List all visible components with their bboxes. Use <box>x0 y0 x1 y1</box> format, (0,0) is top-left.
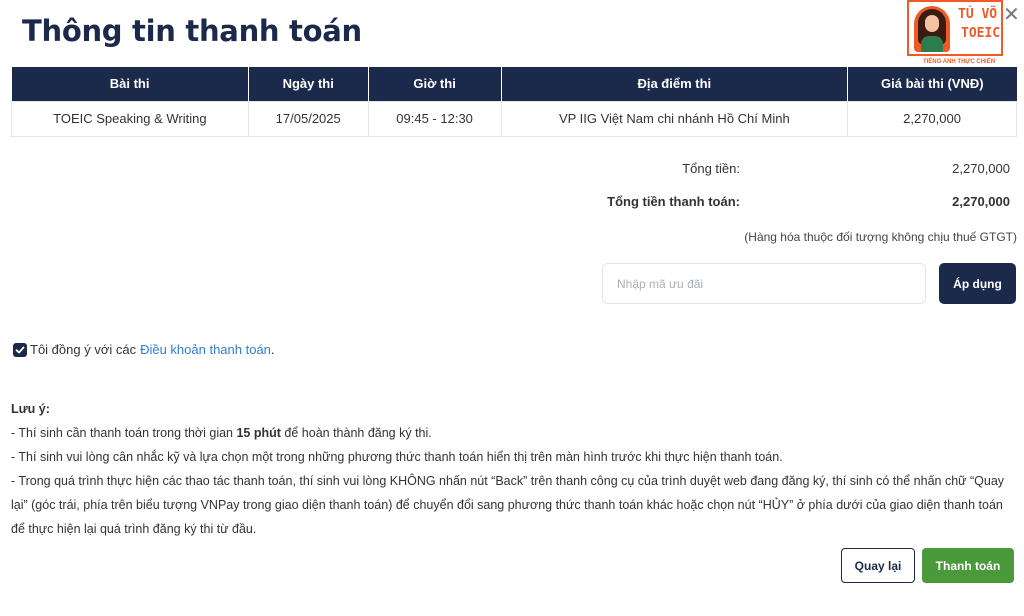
payment-total-value: 2,270,000 <box>952 194 1010 209</box>
cell-exam-date: 17/05/2025 <box>247 100 369 137</box>
table-row: TOEIC Speaking & Writing 17/05/2025 09:4… <box>11 100 1017 137</box>
tu-vo-toeic-logo: TÚ VÕ TOEIC TIẾNG ANH THỰC CHIẾN <box>907 0 1003 65</box>
note-line-1: - Thí sinh cần thanh toán trong thời gia… <box>11 426 432 440</box>
cell-exam-price: 2,270,000 <box>847 100 1017 137</box>
cell-exam-time: 09:45 - 12:30 <box>367 100 502 137</box>
payment-info-table: Bài thi Ngày thi Giờ thi Địa điểm thi Gi… <box>11 67 1017 137</box>
logo-brand-line2: TOEIC <box>961 26 1001 41</box>
header-exam: Bài thi <box>11 67 249 101</box>
cell-exam-location: VP IIG Việt Nam chi nhánh Hồ Chí Minh <box>500 100 849 137</box>
cell-exam: TOEIC Speaking & Writing <box>11 100 249 137</box>
table-header-row: Bài thi Ngày thi Giờ thi Địa điểm thi Gi… <box>11 67 1017 101</box>
total-value: 2,270,000 <box>952 161 1010 176</box>
back-button[interactable]: Quay lại <box>841 548 915 583</box>
terms-agreement: Tôi đồng ý với các Điều khoản thanh toán… <box>13 342 275 357</box>
note-line-3: - Trong quá trình thực hiện các thao tác… <box>11 474 1005 536</box>
payment-terms-link[interactable]: Điều khoản thanh toán <box>140 342 271 357</box>
notes-heading: Lưu ý: <box>11 402 50 416</box>
checkmark-icon <box>15 346 25 353</box>
close-icon[interactable]: ✕ <box>1003 5 1020 25</box>
pay-button[interactable]: Thanh toán <box>922 548 1014 583</box>
portrait-avatar <box>914 6 950 52</box>
apply-promo-button[interactable]: Áp dụng <box>939 263 1016 304</box>
header-exam-price: Giá bài thi (VNĐ) <box>847 67 1017 101</box>
agree-text: Tôi đồng ý với các <box>30 342 137 357</box>
logo-brand-line1: TÚ VÕ <box>958 7 998 22</box>
payment-notes: Lưu ý: - Thí sinh cần thanh toán trong t… <box>11 397 1017 541</box>
header-exam-location: Địa điểm thi <box>501 67 849 101</box>
note-time-limit: 15 phút <box>236 426 281 440</box>
logo-tagline: TIẾNG ANH THỰC CHIẾN <box>922 59 996 65</box>
note-line-2: - Thí sinh vui lòng cân nhắc kỹ và lựa c… <box>11 450 783 464</box>
payment-total-label: Tổng tiền thanh toán: <box>607 194 740 209</box>
total-label: Tổng tiền: <box>682 161 740 176</box>
header-exam-date: Ngày thi <box>248 67 369 101</box>
page-title: Thông tin thanh toán <box>22 14 362 48</box>
promo-code-input[interactable] <box>602 263 926 304</box>
agree-period: . <box>270 342 275 357</box>
vat-note: (Hàng hóa thuộc đối tượng không chịu thu… <box>744 230 1017 244</box>
agree-checkbox[interactable] <box>13 342 27 357</box>
header-exam-time: Giờ thi <box>368 67 502 101</box>
